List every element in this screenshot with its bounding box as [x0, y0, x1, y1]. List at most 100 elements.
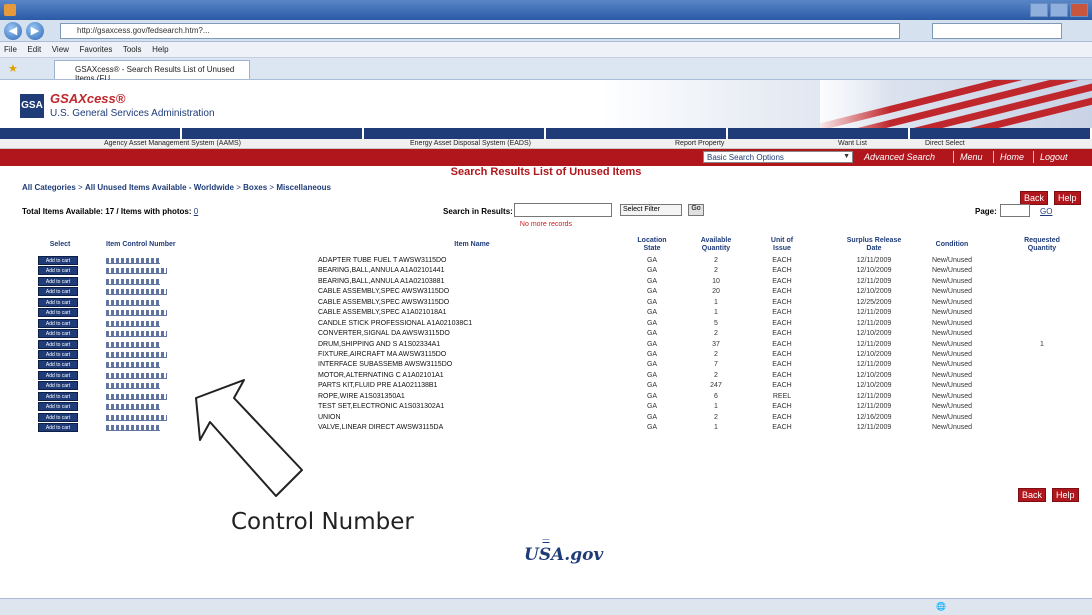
table-row: Add to cart CABLE ASSEMBLY,SPEC AWSW3115D…: [22, 297, 1082, 308]
minimize-button[interactable]: [1030, 3, 1048, 17]
item-control-number-link[interactable]: [106, 310, 167, 317]
menu-file[interactable]: File: [0, 42, 21, 57]
item-control-number-link[interactable]: [106, 299, 160, 306]
browser-tab[interactable]: GSAXcess® - Search Results List of Unuse…: [54, 60, 250, 83]
item-control-number-link[interactable]: [106, 362, 160, 369]
item-control-number-link[interactable]: [106, 351, 167, 358]
unit-of-issue: EACH: [772, 298, 792, 306]
add-to-cart-button[interactable]: Add to cart: [38, 266, 78, 276]
menu-link[interactable]: Menu: [960, 152, 983, 162]
col-item-control-number[interactable]: Item Control Number: [106, 241, 196, 249]
nav-direct-select[interactable]: Direct Select: [925, 140, 965, 147]
menu-edit[interactable]: Edit: [23, 42, 45, 57]
maximize-button[interactable]: [1050, 3, 1068, 17]
add-to-cart-button[interactable]: Add to cart: [38, 276, 78, 286]
item-control-number-link[interactable]: [106, 278, 160, 285]
add-to-cart-button[interactable]: Add to cart: [38, 412, 78, 422]
col-item-name[interactable]: Item Name: [442, 241, 502, 249]
item-control-number-link[interactable]: [106, 289, 167, 296]
nav-want-list[interactable]: Want List: [838, 140, 867, 147]
search-in-results-input[interactable]: [514, 203, 612, 217]
go-to-page-link[interactable]: GO: [1040, 207, 1052, 216]
add-to-cart-button[interactable]: Add to cart: [38, 329, 78, 339]
help-button-bottom[interactable]: Help: [1052, 488, 1079, 502]
nav-aams[interactable]: Agency Asset Management System (AAMS): [104, 140, 241, 147]
unit-of-issue: EACH: [772, 330, 792, 338]
add-to-cart-button[interactable]: Add to cart: [38, 339, 78, 349]
col-available-quantity[interactable]: Available Quantity: [694, 237, 738, 253]
forward-arrow-icon[interactable]: ▶: [26, 22, 44, 40]
item-control-number-link[interactable]: [106, 404, 160, 411]
add-to-cart-button[interactable]: Add to cart: [38, 349, 78, 359]
col-location-state[interactable]: Location State: [634, 237, 670, 253]
back-button[interactable]: Back: [1020, 191, 1049, 205]
item-control-number-link[interactable]: [106, 372, 167, 379]
available-quantity: 2: [714, 257, 718, 264]
nav-tab-3[interactable]: [364, 128, 546, 139]
col-condition[interactable]: Condition: [928, 241, 976, 249]
add-to-cart-button[interactable]: Add to cart: [38, 318, 78, 328]
add-to-cart-button[interactable]: Add to cart: [38, 256, 78, 265]
breadcrumb-all-categories[interactable]: All Categories: [22, 183, 76, 192]
requested-quantity[interactable]: 1: [1032, 341, 1052, 349]
search-options-select[interactable]: Basic Search Options: [703, 151, 853, 163]
nav-tab-2[interactable]: [182, 128, 364, 139]
menu-view[interactable]: View: [48, 42, 73, 57]
surplus-release-date: 12/11/2009: [856, 319, 892, 327]
menu-tools[interactable]: Tools: [119, 42, 146, 57]
nav-report-property[interactable]: Report Property: [675, 140, 724, 147]
favorites-star-icon[interactable]: ★: [8, 62, 18, 75]
item-control-number-link[interactable]: [106, 341, 160, 348]
address-input[interactable]: http://gsaxcess.gov/fedsearch.htm?...: [60, 23, 900, 39]
nav-tab-5[interactable]: [728, 128, 910, 139]
add-to-cart-button[interactable]: Add to cart: [38, 308, 78, 318]
usagov-logo[interactable]: USA.gov: [524, 545, 603, 565]
add-to-cart-button[interactable]: Add to cart: [38, 297, 78, 307]
item-control-number-link[interactable]: [106, 414, 167, 421]
add-to-cart-button[interactable]: Add to cart: [38, 360, 78, 370]
nav-tab-4[interactable]: [546, 128, 728, 139]
col-unit-of-issue[interactable]: Unit of Issue: [766, 237, 798, 253]
search-filter-select[interactable]: Select Filter: [620, 204, 682, 216]
breadcrumb: All Categories > All Unused Items Availa…: [22, 183, 331, 192]
item-control-number-link[interactable]: [106, 268, 167, 275]
table-row: Add to cart BEARING,BALL,ANNULA A1A021038…: [22, 276, 1082, 287]
item-control-number-link[interactable]: [106, 425, 160, 431]
photos-count[interactable]: 0: [194, 207, 198, 216]
item-name: BEARING,BALL,ANNULA A1A02101441: [318, 267, 445, 275]
add-to-cart-button[interactable]: Add to cart: [38, 381, 78, 391]
item-control-number-link[interactable]: [106, 320, 160, 327]
help-button[interactable]: Help: [1054, 191, 1081, 205]
ie-icon: [4, 4, 16, 16]
col-surplus-release-date[interactable]: Surplus Release Date: [840, 237, 908, 253]
add-to-cart-button[interactable]: Add to cart: [38, 370, 78, 380]
add-to-cart-button[interactable]: Add to cart: [38, 391, 78, 401]
add-to-cart-button[interactable]: Add to cart: [38, 423, 78, 432]
item-control-number-link[interactable]: [106, 258, 160, 264]
advanced-search-link[interactable]: Advanced Search: [864, 152, 935, 162]
logout-link[interactable]: Logout: [1040, 152, 1068, 162]
menu-help[interactable]: Help: [148, 42, 172, 57]
item-control-number-link[interactable]: [106, 331, 167, 338]
footer-link[interactable]: —: [543, 536, 550, 543]
nav-tab-1[interactable]: [0, 128, 182, 139]
add-to-cart-button[interactable]: Add to cart: [38, 402, 78, 412]
item-control-number-link[interactable]: [106, 383, 160, 390]
item-control-number-link[interactable]: [106, 393, 167, 400]
browser-search-input[interactable]: [932, 23, 1062, 39]
page-number-input[interactable]: [1000, 204, 1030, 217]
close-button[interactable]: [1070, 3, 1088, 17]
home-link[interactable]: Home: [1000, 152, 1024, 162]
back-arrow-icon[interactable]: ◀: [4, 22, 22, 40]
surplus-release-date: 12/16/2009: [856, 413, 892, 421]
nav-tab-6[interactable]: [910, 128, 1092, 139]
breadcrumb-worldwide[interactable]: All Unused Items Available - Worldwide: [85, 183, 234, 192]
menu-favorites[interactable]: Favorites: [75, 42, 116, 57]
search-go-button[interactable]: Go: [688, 204, 704, 216]
gsa-logo[interactable]: GSA: [20, 94, 44, 118]
back-button-bottom[interactable]: Back: [1018, 488, 1047, 502]
available-quantity: 7: [714, 361, 718, 369]
add-to-cart-button[interactable]: Add to cart: [38, 287, 78, 297]
nav-eads[interactable]: Energy Asset Disposal System (EADS): [410, 140, 531, 147]
breadcrumb-boxes[interactable]: Boxes: [243, 183, 267, 192]
